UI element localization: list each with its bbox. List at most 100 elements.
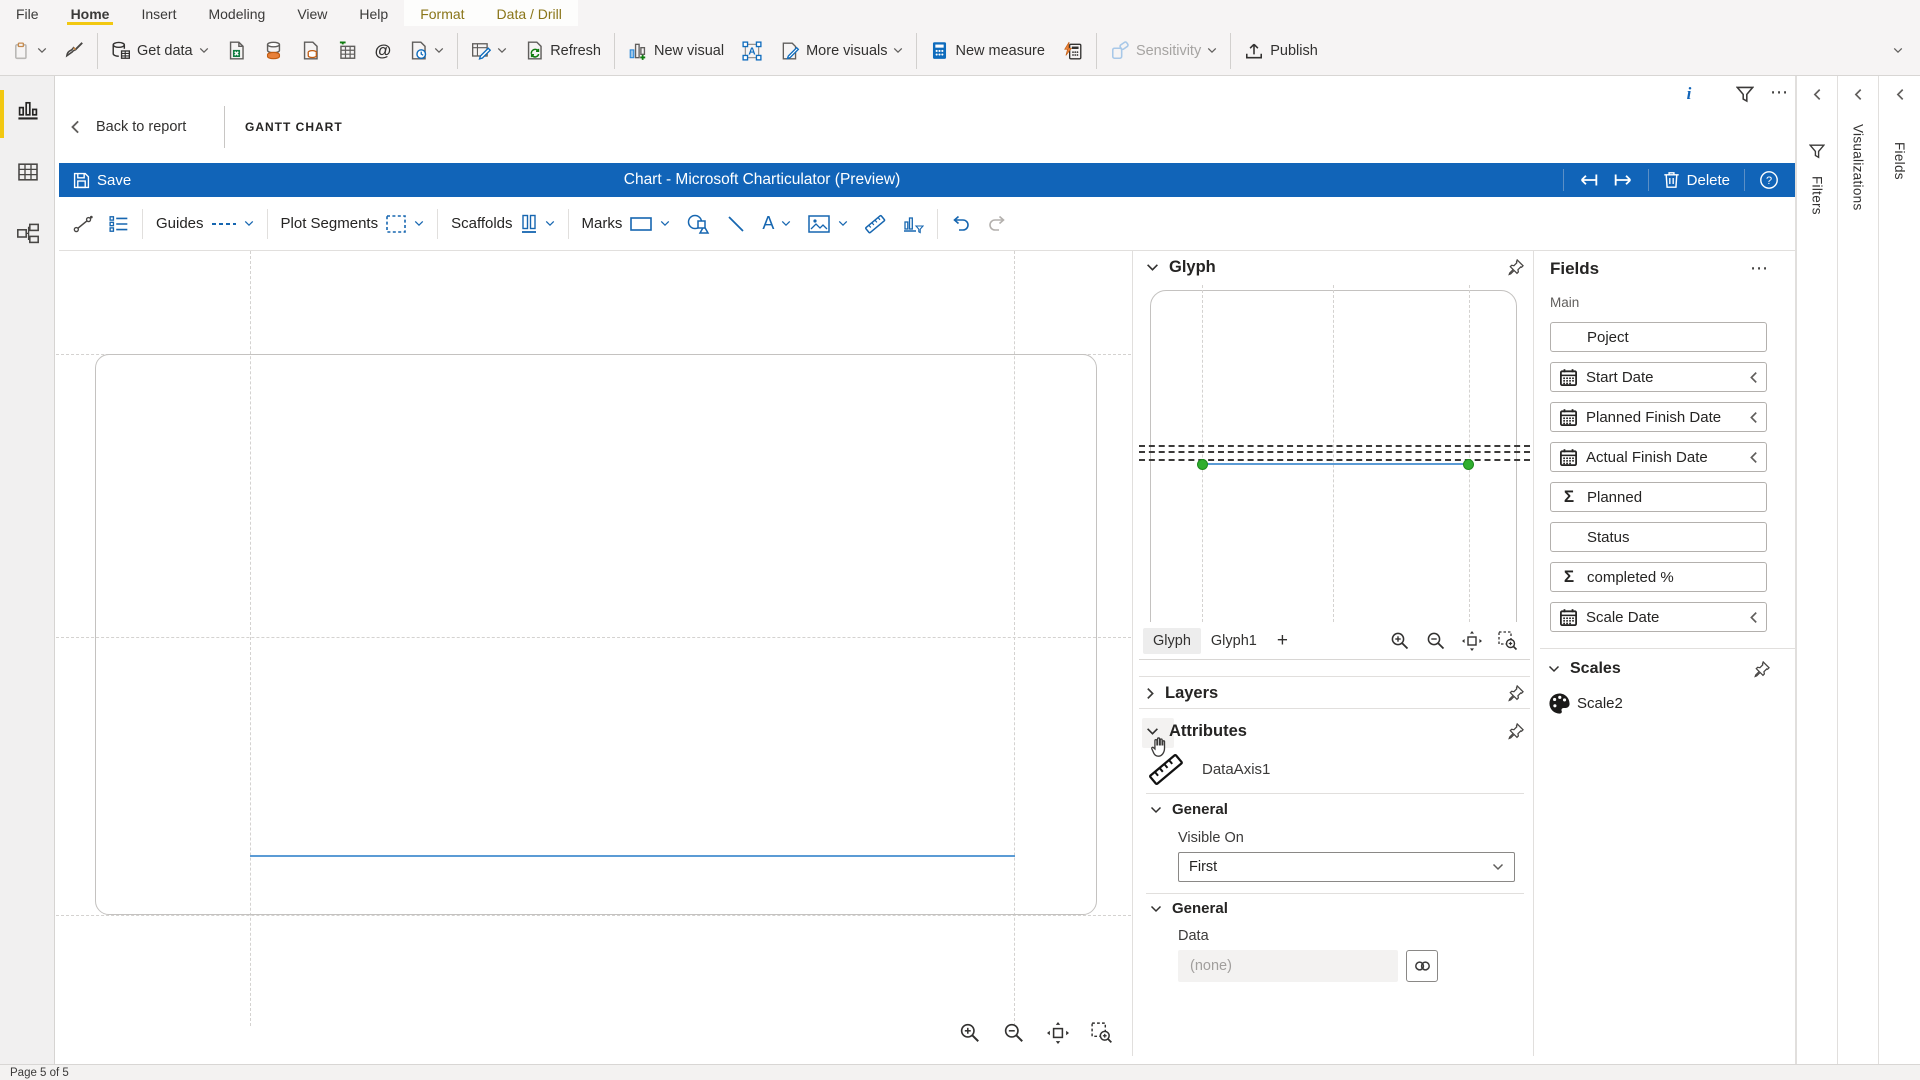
refresh-button[interactable]: Refresh: [516, 31, 610, 71]
visual-filter-button[interactable]: [1736, 86, 1754, 103]
attributes-section-general-1[interactable]: General: [1150, 801, 1228, 818]
menu-format[interactable]: Format: [404, 0, 480, 26]
fields-more-options-button[interactable]: ⋯: [1750, 258, 1768, 279]
menu-view[interactable]: View: [281, 0, 343, 26]
ribbon-collapse-button[interactable]: [1884, 31, 1912, 71]
field-chip-start-date[interactable]: Start Date: [1550, 362, 1767, 392]
layers-panel-header[interactable]: Layers: [1146, 684, 1524, 703]
field-chip-status[interactable]: Status: [1550, 522, 1767, 552]
glyph-data-axis-line[interactable]: [1202, 463, 1469, 465]
nested-chart-tool[interactable]: [894, 204, 932, 244]
menu-home[interactable]: Home: [55, 0, 126, 26]
selected-element-row[interactable]: DataAxis1: [1148, 750, 1270, 788]
attributes-panel-header[interactable]: Attributes: [1146, 722, 1524, 741]
format-painter-button[interactable]: [56, 31, 93, 71]
bind-data-button[interactable]: [1406, 950, 1438, 982]
expand-visualizations-button[interactable]: [1854, 88, 1863, 101]
chart-canvas[interactable]: [56, 251, 1131, 1056]
field-chip-scale-date[interactable]: Scale Date: [1550, 602, 1767, 632]
guide-line[interactable]: [1202, 285, 1203, 622]
tab-glyph[interactable]: Glyph: [1143, 628, 1201, 654]
import-template-button[interactable]: [1572, 163, 1606, 197]
recent-sources-button[interactable]: @: [366, 31, 401, 71]
axis-handle-end[interactable]: [1463, 459, 1474, 470]
menu-modeling[interactable]: Modeling: [192, 0, 281, 26]
menu-help[interactable]: Help: [343, 0, 404, 26]
expand-fields-button[interactable]: [1895, 88, 1904, 101]
scaffolds-tool[interactable]: Scaffolds: [443, 204, 562, 244]
dataflows-button[interactable]: [400, 31, 453, 71]
visualizations-pane-label[interactable]: Visualizations: [1851, 124, 1866, 211]
chevron-left-icon[interactable]: [1749, 371, 1758, 384]
field-chip-planned-finish-date[interactable]: Planned Finish Date: [1550, 402, 1767, 432]
guide-line[interactable]: [1469, 285, 1470, 622]
quick-measure-button[interactable]: [1054, 31, 1092, 71]
fit-to-view-button[interactable]: [1047, 1022, 1069, 1044]
zoom-out-button[interactable]: [1426, 631, 1446, 651]
guide-line[interactable]: [1333, 285, 1334, 622]
scale-item-scale2[interactable]: Scale2: [1548, 692, 1623, 715]
glyph-panel-header[interactable]: Glyph: [1146, 258, 1524, 277]
pin-icon[interactable]: [1753, 661, 1770, 678]
link-anchors-tool[interactable]: [65, 204, 101, 244]
new-visual-button[interactable]: New visual: [619, 31, 733, 71]
chevron-left-icon[interactable]: [1749, 611, 1758, 624]
data-value-input[interactable]: (none): [1178, 950, 1398, 982]
transform-data-button[interactable]: [462, 31, 516, 71]
fit-to-view-button[interactable]: [1462, 631, 1482, 651]
more-visuals-button[interactable]: More visuals: [771, 31, 912, 71]
field-chip-completed-pct[interactable]: Σ completed %: [1550, 562, 1767, 592]
publish-button[interactable]: Publish: [1235, 31, 1327, 71]
add-glyph-button[interactable]: +: [1267, 625, 1298, 657]
field-chip-actual-finish-date[interactable]: Actual Finish Date: [1550, 442, 1767, 472]
paste-button[interactable]: [4, 31, 56, 71]
zoom-out-button[interactable]: [1003, 1022, 1025, 1044]
plot-segments-tool[interactable]: Plot Segments: [273, 204, 433, 244]
scales-panel-header[interactable]: Scales: [1548, 660, 1770, 678]
visual-info-button[interactable]: i: [1680, 84, 1698, 104]
pin-icon[interactable]: [1507, 723, 1524, 740]
export-template-button[interactable]: [1606, 163, 1640, 197]
delete-button[interactable]: Delete: [1657, 163, 1736, 197]
pin-icon[interactable]: [1507, 259, 1524, 276]
enter-data-button[interactable]: [292, 31, 329, 71]
get-data-button[interactable]: Get data: [102, 31, 218, 71]
back-to-report-button[interactable]: Back to report: [70, 112, 186, 142]
guide-line[interactable]: [56, 915, 1131, 916]
zoom-in-button[interactable]: [959, 1022, 981, 1044]
field-chip-planned[interactable]: Σ Planned: [1550, 482, 1767, 512]
menu-file[interactable]: File: [0, 0, 55, 26]
chevron-left-icon[interactable]: [1749, 451, 1758, 464]
symbol-tool[interactable]: [678, 204, 718, 244]
line-tool[interactable]: [718, 204, 754, 244]
glyph-editor[interactable]: [1139, 285, 1530, 622]
legend-tool[interactable]: [101, 204, 137, 244]
data-axis-line[interactable]: [250, 855, 1015, 857]
axis-handle-start[interactable]: [1197, 459, 1208, 470]
sensitivity-button[interactable]: Sensitivity: [1101, 31, 1226, 71]
image-tool[interactable]: [799, 204, 856, 244]
text-box-button[interactable]: A: [733, 31, 771, 71]
new-measure-button[interactable]: New measure: [921, 31, 1053, 71]
data-view-button[interactable]: [14, 158, 42, 186]
marquee-zoom-button[interactable]: [1091, 1022, 1113, 1044]
filters-pane-label[interactable]: Filters: [1810, 176, 1825, 215]
visual-more-options-button[interactable]: ⋯: [1770, 82, 1789, 103]
excel-workbook-button[interactable]: [218, 31, 255, 71]
dataverse-button[interactable]: [329, 31, 366, 71]
pin-icon[interactable]: [1507, 685, 1524, 702]
guides-tool[interactable]: Guides: [148, 204, 262, 244]
expand-filters-button[interactable]: [1813, 88, 1822, 101]
visible-on-select[interactable]: First: [1178, 852, 1515, 882]
model-view-button[interactable]: [14, 220, 42, 248]
field-chip-poject[interactable]: Poject: [1550, 322, 1767, 352]
fields-pane-label[interactable]: Fields: [1892, 142, 1907, 180]
marquee-zoom-button[interactable]: [1498, 631, 1518, 651]
sql-server-button[interactable]: [255, 31, 292, 71]
zoom-in-button[interactable]: [1390, 631, 1410, 651]
redo-button[interactable]: [979, 204, 1015, 244]
menu-data-drill[interactable]: Data / Drill: [481, 0, 578, 26]
attributes-section-general-2[interactable]: General: [1150, 900, 1228, 917]
data-axis-tool[interactable]: [856, 204, 894, 244]
marks-tool[interactable]: Marks: [574, 204, 679, 244]
